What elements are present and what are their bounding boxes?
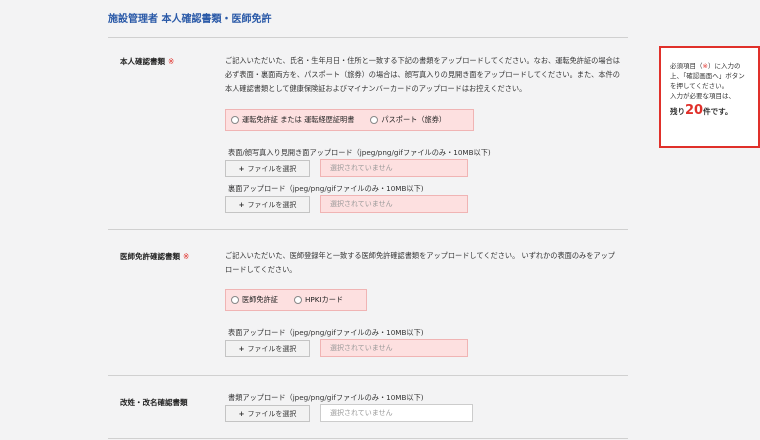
divider [108,229,628,230]
license-section-label: 医師免許確認書類 ※ [120,251,189,262]
identity-front-upload-label: 表面/顔写真入り見開き面アップロード（jpeg/png/gifファイルのみ・10… [228,148,491,157]
file-button-label: ファイルを選択 [247,200,297,209]
radio-label: パスポート（旅券） [381,115,447,124]
rename-file-button[interactable]: + ファイルを選択 [225,405,310,422]
required-fields-notice: 必須項目（※）に入力の 上、「確認画面へ」ボタン を押してください。 入力が必要… [659,46,760,148]
rename-label-text: 改姓・改名確認書類 [120,398,188,407]
notice-remaining: 残り20件です。 [670,103,733,118]
identity-front-file-button[interactable]: + ファイルを選択 [225,160,310,177]
license-document-radio-group: 医師免許証 HPKIカード [225,289,367,311]
radio-drivers-license[interactable]: 運転免許証 または 運転経歴証明書 [231,115,354,125]
file-button-label: ファイルを選択 [247,409,297,418]
radio-circle-icon[interactable] [370,116,379,124]
license-label-text: 医師免許確認書類 [120,252,180,261]
license-front-file-status: 選択されていません [320,339,468,357]
radio-circle-icon[interactable] [293,296,302,304]
rename-section-label: 改姓・改名確認書類 [120,397,188,408]
identity-section-label: 本人確認書類 ※ [120,56,174,67]
radio-medical-license[interactable]: 医師免許証 [231,295,278,305]
required-mark: ※ [168,57,175,66]
plus-icon: + [238,200,245,209]
notice-line: 上、「確認画面へ」ボタン [670,72,745,80]
notice-line: 必須項目（※）に入力の [670,62,741,70]
identity-description: ご記入いただいた、氏名・生年月日・住所と一致する下記の書類をアップロードしてくだ… [225,56,620,93]
plus-icon: + [238,344,245,353]
remaining-count: 20 [685,103,704,118]
identity-front-file-status: 選択されていません [320,159,468,177]
radio-label: 医師免許証 [242,295,278,304]
plus-icon: + [238,164,245,173]
identity-label-text: 本人確認書類 [120,57,165,66]
notice-line: を押してください。 [670,82,729,90]
radio-hpki-card[interactable]: HPKIカード [293,295,344,305]
identity-back-upload-label: 裏面アップロード（jpeg/png/gifファイルのみ・10MB以下) [228,184,424,193]
identity-document-radio-group: 運転免許証 または 運転経歴証明書 パスポート（旅券） [225,109,474,131]
notice-line: 入力が必要な項目は、 [670,92,735,100]
rename-file-status: 選択されていません [320,404,473,422]
identity-back-file-status: 選択されていません [320,195,468,213]
license-description: ご記入いただいた、医師登録年と一致する医師免許確認書類をアップロードしてください… [225,251,615,274]
page-title: 施設管理者 本人確認書類・医師免許 [108,14,272,25]
radio-circle-icon[interactable] [231,116,239,124]
radio-circle-icon[interactable] [231,296,239,304]
file-button-label: ファイルを選択 [247,344,297,353]
license-front-file-button[interactable]: + ファイルを選択 [225,340,310,357]
file-button-label: ファイルを選択 [247,164,297,173]
license-front-upload-label: 表面アップロード（jpeg/png/gifファイルのみ・10MB以下) [228,328,424,337]
radio-label: 運転免許証 または 運転経歴証明書 [242,115,355,124]
plus-icon: + [238,409,245,418]
rename-upload-label: 書類アップロード（jpeg/png/gifファイルのみ・10MB以下) [228,393,424,402]
radio-passport[interactable]: パスポート（旅券） [370,115,446,125]
identity-back-file-button[interactable]: + ファイルを選択 [225,196,310,213]
radio-label: HPKIカード [304,295,344,304]
divider [108,375,628,376]
required-mark: ※ [183,252,190,261]
divider [108,438,628,439]
divider [108,37,628,38]
